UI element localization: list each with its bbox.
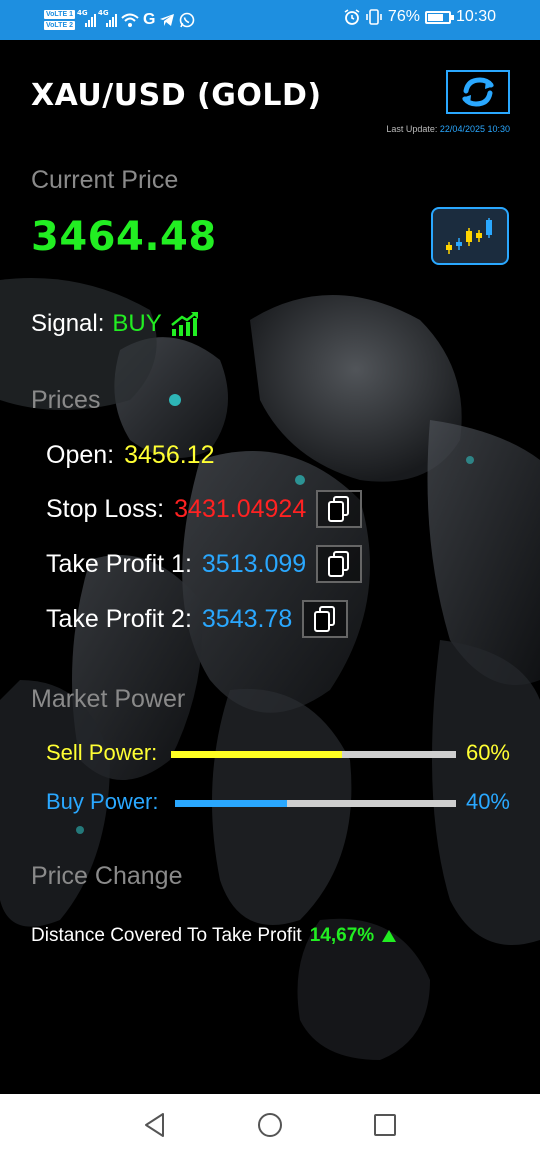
back-button[interactable] bbox=[140, 1110, 170, 1140]
telegram-icon bbox=[160, 14, 175, 26]
sell-power-label: Sell Power: bbox=[46, 740, 158, 765]
copy-icon bbox=[314, 606, 336, 632]
alarm-icon bbox=[344, 9, 360, 25]
price-change-section-label: Price Change bbox=[31, 862, 183, 890]
home-button[interactable] bbox=[255, 1110, 285, 1140]
open-price-row: Open: 3456.12 bbox=[46, 441, 214, 470]
status-bar-right: 76% 10:30 bbox=[344, 8, 496, 26]
back-triangle-icon bbox=[145, 1113, 164, 1137]
sell-power-row: Sell Power: 60% bbox=[46, 740, 510, 770]
copy-take-profit-1-button[interactable] bbox=[316, 545, 363, 583]
copy-icon bbox=[328, 496, 350, 522]
main-content: XAU/USD (GOLD) Last Update: 22/04/2025 1… bbox=[0, 40, 540, 1094]
vibrate-icon bbox=[366, 9, 382, 25]
signal-icon: 4G bbox=[98, 9, 117, 27]
refresh-icon bbox=[462, 77, 494, 107]
page-title: XAU/USD (GOLD) bbox=[31, 78, 322, 113]
open-label: Open: bbox=[46, 441, 115, 469]
last-update-timestamp: 22/04/2025 10:30 bbox=[439, 124, 510, 134]
stop-loss-label: Stop Loss: bbox=[46, 494, 165, 523]
status-bar-left: VoLTE 1 VoLTE 2 4G 4G G bbox=[44, 5, 195, 35]
stop-loss-row: Stop Loss: 3431.04924 bbox=[46, 490, 363, 528]
buy-power-percent: 40% bbox=[465, 789, 510, 814]
sell-power-bar bbox=[171, 751, 456, 758]
last-update-label: Last Update: bbox=[386, 124, 438, 134]
buy-power-row: Buy Power: 40% bbox=[46, 789, 510, 819]
battery-icon bbox=[424, 10, 454, 24]
signal-label: Signal: bbox=[31, 310, 105, 337]
signal-row: Signal: BUY bbox=[31, 310, 200, 338]
whatsapp-icon bbox=[180, 12, 195, 28]
stop-loss-value: 3431.04924 bbox=[174, 494, 307, 523]
volte-sim2-badge: VoLTE 2 bbox=[44, 21, 75, 30]
take-profit-2-row: Take Profit 2: 3543.78 bbox=[46, 600, 349, 638]
trend-up-icon bbox=[170, 312, 198, 336]
distance-covered-value: 14,67% bbox=[309, 925, 375, 946]
signal-value: BUY bbox=[112, 310, 162, 337]
take-profit-2-value: 3543.78 bbox=[201, 604, 293, 633]
refresh-button[interactable] bbox=[446, 70, 510, 114]
buy-power-bar bbox=[175, 800, 456, 807]
sell-power-bar-fill bbox=[171, 751, 342, 758]
prices-section-label: Prices bbox=[31, 386, 101, 414]
distance-covered-label: Distance Covered To Take Profit bbox=[31, 925, 302, 946]
volte-sim1-badge: VoLTE 1 bbox=[44, 10, 75, 19]
current-price-label: Current Price bbox=[31, 166, 179, 194]
take-profit-2-label: Take Profit 2: bbox=[46, 604, 192, 633]
buy-power-bar-fill bbox=[175, 800, 288, 807]
home-circle-icon bbox=[258, 1113, 282, 1137]
candlestick-chart-icon bbox=[446, 218, 492, 254]
sell-power-percent: 60% bbox=[465, 740, 510, 765]
arrow-up-icon bbox=[382, 930, 397, 942]
recents-button[interactable] bbox=[370, 1110, 400, 1140]
copy-stop-loss-button[interactable] bbox=[316, 490, 363, 528]
open-value: 3456.12 bbox=[124, 441, 215, 469]
copy-icon bbox=[328, 551, 350, 577]
last-update: Last Update: 22/04/2025 10:30 bbox=[386, 124, 510, 134]
take-profit-1-row: Take Profit 1: 3513.099 bbox=[46, 545, 363, 583]
buy-power-label: Buy Power: bbox=[46, 789, 159, 814]
distance-covered-row: Distance Covered To Take Profit 14,67% bbox=[31, 925, 397, 947]
current-price-value: 3464.48 bbox=[31, 214, 217, 260]
status-bar: VoLTE 1 VoLTE 2 4G 4G G 76% 10:30 bbox=[0, 0, 540, 40]
take-profit-1-value: 3513.099 bbox=[201, 549, 307, 578]
volte-badges: VoLTE 1 VoLTE 2 bbox=[44, 10, 75, 30]
recents-square-icon bbox=[374, 1114, 396, 1136]
system-navigation-bar bbox=[0, 1094, 540, 1156]
wifi-icon bbox=[121, 13, 139, 27]
market-power-section-label: Market Power bbox=[31, 685, 186, 713]
take-profit-1-label: Take Profit 1: bbox=[46, 549, 192, 578]
status-time: 10:30 bbox=[455, 8, 496, 25]
battery-percent: 76% bbox=[387, 8, 420, 25]
signal-icon: 4G bbox=[77, 9, 96, 27]
carrier-g-icon: G bbox=[142, 11, 156, 28]
copy-take-profit-2-button[interactable] bbox=[302, 600, 349, 638]
chart-button[interactable] bbox=[431, 207, 509, 265]
